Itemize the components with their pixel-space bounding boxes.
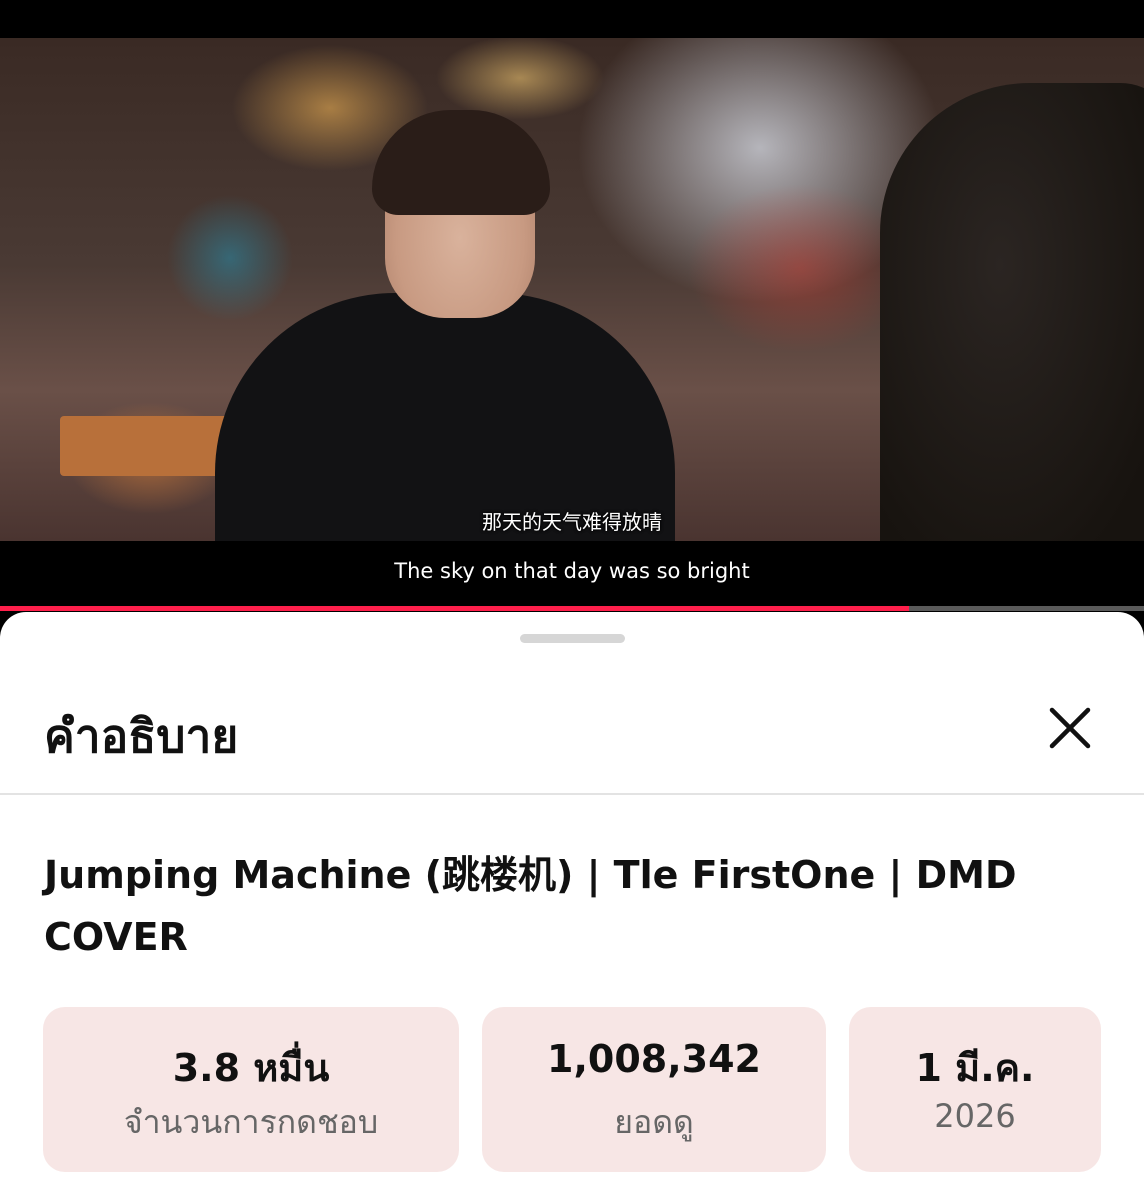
stat-likes-value: 3.8 หมื่น xyxy=(172,1046,330,1090)
video-player[interactable]: 那天的天气难得放晴 The sky on that day was so bri… xyxy=(0,0,1144,612)
description-sheet: คำอธิบาย Jumping Machine (跳楼机) | Tle Fir… xyxy=(0,612,1144,1200)
stat-likes-label: จำนวนการกดชอบ xyxy=(123,1103,379,1141)
stat-likes: 3.8 หมื่น จำนวนการกดชอบ xyxy=(43,1007,459,1172)
sheet-title: คำอธิบาย xyxy=(44,709,239,763)
stat-date: 1 มี.ค. 2026 xyxy=(849,1007,1101,1172)
close-button[interactable] xyxy=(1042,700,1098,756)
stat-views: 1,008,342 ยอดดู xyxy=(482,1007,826,1172)
drag-handle[interactable] xyxy=(520,634,625,643)
video-scene-person-hair xyxy=(372,110,550,215)
video-frame[interactable] xyxy=(0,38,1144,603)
close-icon xyxy=(1049,707,1091,749)
stat-views-label: ยอดดู xyxy=(614,1103,694,1141)
subtitle-chinese: 那天的天气难得放晴 xyxy=(482,510,662,534)
video-progress-bar[interactable] xyxy=(0,606,1144,611)
stat-date-year: 2026 xyxy=(934,1097,1016,1135)
subtitle-english: The sky on that day was so bright xyxy=(394,559,750,583)
stat-date-value: 1 มี.ค. xyxy=(915,1046,1035,1090)
divider xyxy=(0,793,1144,795)
stat-views-value: 1,008,342 xyxy=(547,1037,761,1081)
video-progress-fill xyxy=(0,606,910,611)
video-title: Jumping Machine (跳楼机) | Tle FirstOne | D… xyxy=(44,853,1017,959)
